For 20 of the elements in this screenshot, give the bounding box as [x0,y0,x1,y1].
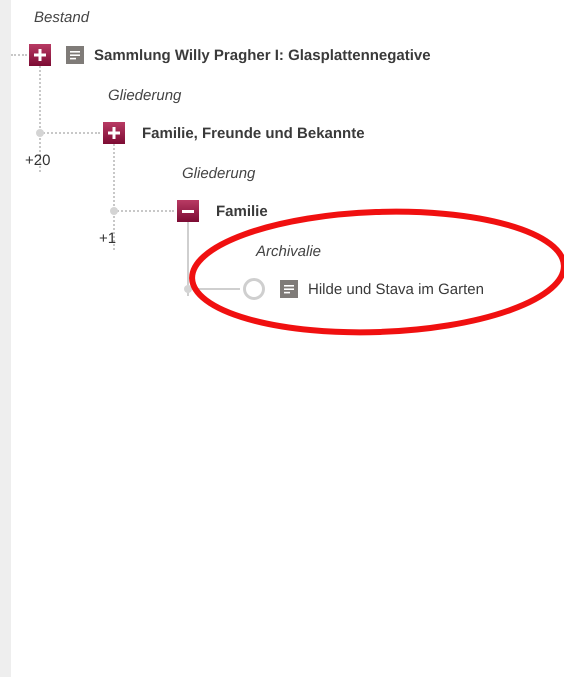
expand-button[interactable] [103,122,125,144]
hidden-count: +1 [99,230,116,247]
plus-icon [34,49,46,61]
plus-icon [108,127,120,139]
connector-dot [110,207,118,215]
node-title[interactable]: Familie, Freunde und Bekannte [142,124,365,142]
level-label: Archivalie [256,242,322,262]
node-title[interactable]: Familie [216,202,268,220]
level-label: Bestand [34,8,90,28]
level-label: Gliederung [108,86,182,106]
expand-button[interactable] [29,44,51,66]
hidden-count: +20 [25,152,50,169]
connector-line [11,54,27,56]
collapse-button[interactable] [177,200,199,222]
connector-dot [184,285,192,293]
minus-icon [182,210,194,212]
node-title[interactable]: Hilde und Stava im Garten [308,280,484,298]
level-label: Gliederung [182,164,256,184]
connector-dot [36,129,44,137]
node-title[interactable]: Sammlung Willy Pragher I: Glasplattennegative [94,46,431,64]
